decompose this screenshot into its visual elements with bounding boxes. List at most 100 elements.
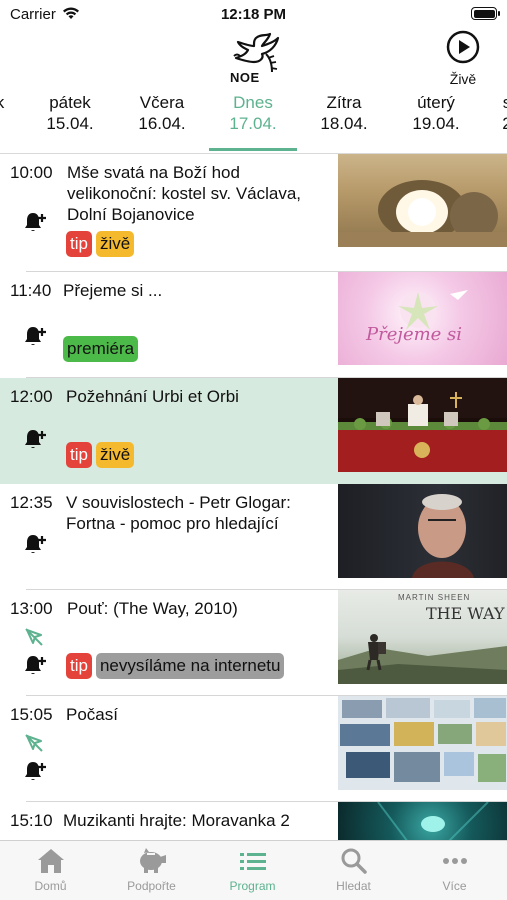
balcony-blessing-image <box>338 378 507 472</box>
tab-support[interactable]: Podpořte <box>101 847 202 893</box>
date-weekday: Dnes <box>233 93 273 112</box>
program-row[interactable]: 10:00 Mše svatá na Boží hod velikonoční:… <box>0 154 507 272</box>
logo-text: NOE <box>230 70 260 85</box>
thumbnail-title: THE WAY <box>426 604 505 623</box>
program-title: Počasí <box>66 705 118 724</box>
date-weekday: s <box>502 93 507 112</box>
premiere-badge: premiéra <box>63 336 139 362</box>
tip-badge: tip <box>66 653 92 679</box>
bell-plus-icon[interactable] <box>22 210 48 236</box>
thumbnail-title: Přejeme si <box>366 324 463 345</box>
date-value: 17.04. <box>229 114 277 133</box>
not-online-badge: nevysíláme na internetu <box>95 653 285 679</box>
tab-bar: Domů Podpořte Program Hledat Více <box>0 840 507 900</box>
tab-label: Hledat <box>336 879 371 893</box>
program-thumbnail <box>338 484 507 578</box>
badge-group: tip živě <box>66 442 135 468</box>
live-label: Živě <box>449 71 477 87</box>
program-row[interactable]: 12:35 V souvislostech - Petr Glogar: For… <box>0 484 507 590</box>
date-tab[interactable]: úterý 19.04. <box>396 92 476 134</box>
program-title: Přejeme si ... <box>63 281 163 300</box>
live-button[interactable]: Živě <box>443 30 483 87</box>
badge-group: premiéra <box>63 336 139 362</box>
tab-label: Program <box>229 879 276 893</box>
program-time: 10:00 <box>10 163 53 182</box>
program-time: 15:10 <box>10 811 53 830</box>
empty-tomb-image <box>338 180 507 247</box>
list-icon <box>239 853 266 870</box>
tab-home[interactable]: Domů <box>0 847 101 893</box>
tab-label: Více <box>442 879 467 893</box>
home-icon <box>37 849 64 873</box>
date-value: 15.04. <box>46 114 94 133</box>
app-header: NOE Živě <box>0 30 507 90</box>
tab-search[interactable]: Hledat <box>303 847 404 893</box>
program-time: 11:40 <box>10 281 52 300</box>
program-row[interactable]: 13:00 Pouť: (The Way, 2010) tip nevysílá… <box>0 590 507 696</box>
date-weekday: úterý <box>417 93 455 112</box>
concert-stage-image <box>377 802 489 840</box>
program-thumbnail <box>338 696 507 790</box>
date-value: 16.04. <box>138 114 186 133</box>
weather-collage-image <box>340 698 506 782</box>
date-tab[interactable]: Zítra 18.04. <box>304 92 384 134</box>
noe-logo[interactable]: NOE <box>226 32 282 86</box>
program-title: V souvislostech - Petr Glogar: Fortna - … <box>66 493 291 533</box>
date-weekday: Zítra <box>326 93 362 112</box>
live-badge: živě <box>95 442 135 468</box>
program-thumbnail <box>338 378 507 472</box>
program-thumbnail <box>338 154 507 247</box>
bell-plus-icon[interactable] <box>22 324 48 350</box>
program-title: Mše svatá na Boží hod velikonoční: koste… <box>67 163 302 224</box>
bell-plus-icon[interactable] <box>22 532 48 558</box>
program-time: 12:35 <box>10 493 53 512</box>
tab-label: Podpořte <box>127 879 176 893</box>
date-value: 18.04. <box>320 114 368 133</box>
battery-icon <box>471 7 500 20</box>
date-weekday: Včera <box>139 93 185 112</box>
program-list[interactable]: 10:00 Mše svatá na Boží hod velikonoční:… <box>0 154 507 840</box>
program-row[interactable]: 15:10 Muzikanti hrajte: Moravanka 2 <box>0 802 507 840</box>
not-streamed-icon <box>25 628 43 646</box>
clock: 12:18 PM <box>220 6 287 23</box>
program-thumbnail: Přejeme si <box>338 272 507 365</box>
badge-group: tip živě <box>66 231 135 257</box>
bell-plus-icon[interactable] <box>22 427 48 453</box>
status-bar: Carrier 12:18 PM <box>0 0 507 30</box>
play-circle-icon <box>446 30 480 64</box>
flower-burst-image <box>398 290 468 330</box>
bell-plus-icon[interactable] <box>22 759 48 785</box>
date-value: 19.04. <box>412 114 460 133</box>
program-thumbnail <box>338 802 507 840</box>
date-tab[interactable]: s 2 <box>467 92 507 134</box>
program-time: 15:05 <box>10 705 53 724</box>
live-badge: živě <box>95 231 135 257</box>
program-time: 13:00 <box>10 599 53 618</box>
program-row-current[interactable]: 12:00 Požehnání Urbi et Orbi tip živě <box>0 378 507 484</box>
program-title: Požehnání Urbi et Orbi <box>66 387 239 406</box>
program-title: Muzikanti hrajte: Moravanka 2 <box>63 811 290 830</box>
bell-plus-icon[interactable] <box>22 653 48 679</box>
date-tab[interactable]: pátek 15.04. <box>30 92 110 134</box>
thumbnail-subtitle: MARTIN SHEEN <box>398 593 471 602</box>
tip-badge: tip <box>66 231 92 257</box>
tab-label: Domů <box>34 879 67 893</box>
not-streamed-icon <box>25 734 43 752</box>
program-title: Pouť: (The Way, 2010) <box>67 599 238 618</box>
program-row[interactable]: 15:05 Počasí <box>0 696 507 802</box>
date-tab[interactable]: Včera 16.04. <box>122 92 202 134</box>
date-strip: k pátek 15.04. Včera 16.04. Dnes 17.04. … <box>0 92 507 154</box>
interview-portrait-image <box>412 494 474 578</box>
badge-group: tip nevysíláme na internetu <box>66 653 285 679</box>
date-tab-active[interactable]: Dnes 17.04. <box>209 92 297 151</box>
piggy-bank-icon <box>139 848 166 873</box>
program-time: 12:00 <box>10 387 53 406</box>
search-icon <box>341 848 367 874</box>
date-weekday: pátek <box>49 93 91 112</box>
more-icon <box>442 858 467 864</box>
active-date-underline <box>209 148 297 151</box>
tab-program[interactable]: Program <box>202 847 303 893</box>
date-value: 2 <box>467 113 507 134</box>
tab-more[interactable]: Více <box>404 847 505 893</box>
program-row[interactable]: 11:40 Přejeme si ... premiéra Přejeme si <box>0 272 507 378</box>
